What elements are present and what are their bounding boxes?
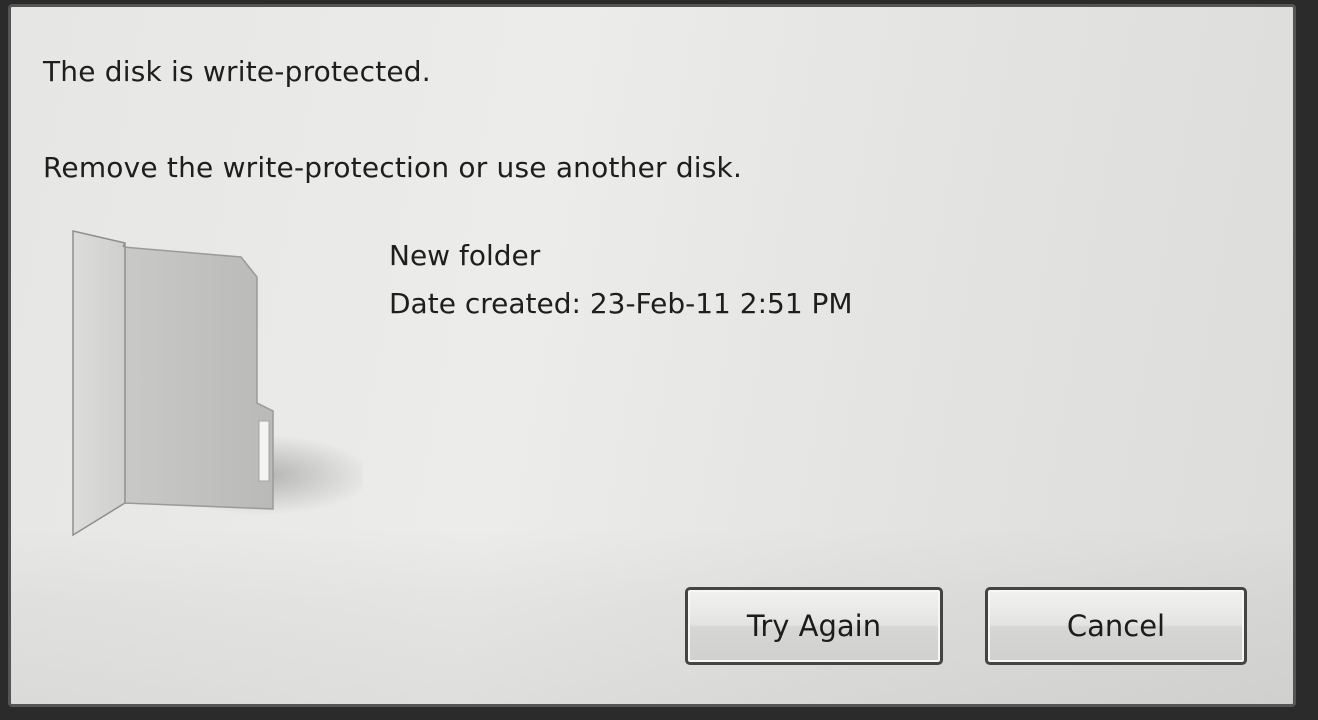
write-protected-dialog: The disk is write-protected. Remove the … bbox=[8, 4, 1296, 707]
dialog-heading: The disk is write-protected. bbox=[43, 55, 431, 88]
item-name: New folder bbox=[389, 239, 541, 272]
item-date-created: Date created: 23-Feb-11 2:51 PM bbox=[389, 287, 853, 320]
cancel-button[interactable]: Cancel bbox=[985, 587, 1247, 665]
folder-icon bbox=[72, 230, 363, 537]
try-again-button[interactable]: Try Again bbox=[685, 587, 943, 665]
dialog-instruction: Remove the write-protection or use anoth… bbox=[43, 151, 743, 184]
